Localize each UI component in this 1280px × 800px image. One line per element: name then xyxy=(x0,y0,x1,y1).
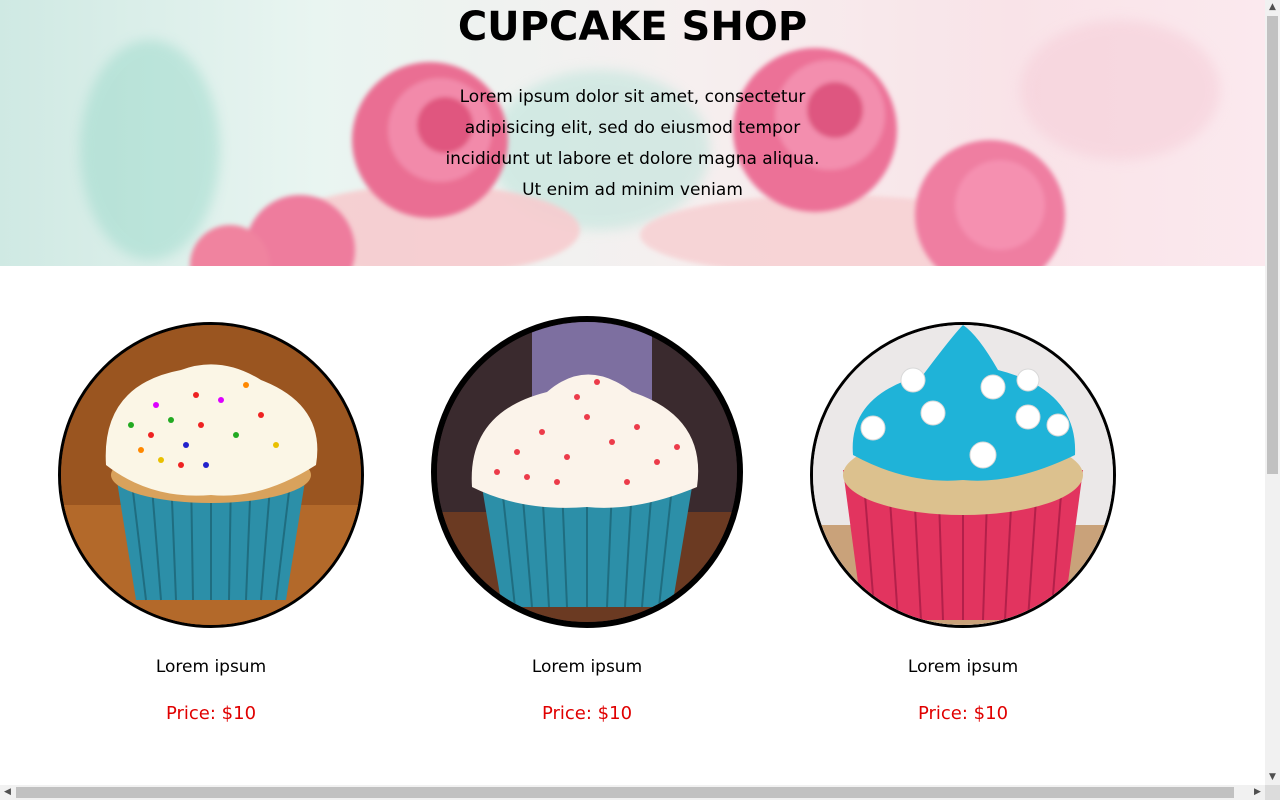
scroll-left-icon[interactable]: ◀ xyxy=(0,785,15,800)
product-image[interactable] xyxy=(431,316,743,628)
product-name: Lorem ipsum xyxy=(907,657,1019,677)
scrollbar-corner xyxy=(1265,785,1280,800)
product-name: Lorem ipsum xyxy=(155,657,267,677)
scroll-up-icon[interactable]: ▲ xyxy=(1265,0,1280,15)
product-name: Lorem ipsum xyxy=(531,657,643,677)
hero-description: Lorem ipsum dolor sit amet, consectetur … xyxy=(445,87,820,200)
horizontal-scroll-thumb[interactable] xyxy=(16,787,1234,798)
product-image[interactable] xyxy=(810,322,1116,628)
product-price: Price: $10 xyxy=(541,703,633,724)
scroll-right-icon[interactable]: ▶ xyxy=(1250,785,1265,800)
vertical-scroll-thumb[interactable] xyxy=(1267,16,1278,474)
cupcake-icon xyxy=(61,325,361,625)
product-image[interactable] xyxy=(58,322,364,628)
page-title: CUPCAKE SHOP xyxy=(457,4,808,50)
hero-banner: CUPCAKE SHOP Lorem ipsum dolor sit amet,… xyxy=(0,0,1265,266)
product-price: Price: $10 xyxy=(917,703,1009,724)
cupcake-icon xyxy=(437,322,737,622)
scroll-down-icon[interactable]: ▼ xyxy=(1265,770,1280,785)
product-price: Price: $10 xyxy=(165,703,257,724)
cupcake-icon xyxy=(813,325,1113,625)
